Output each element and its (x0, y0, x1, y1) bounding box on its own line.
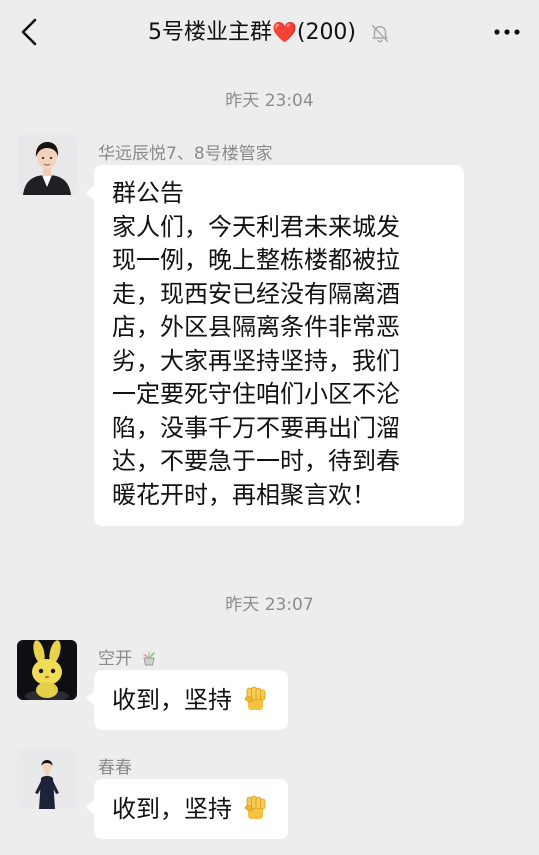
more-dots-icon[interactable] (491, 18, 523, 46)
chat-header: 5号楼业主群❤️(200) (0, 0, 539, 64)
sender-name[interactable]: 春春 (98, 753, 132, 778)
avatar-woman-standing-icon (17, 749, 77, 809)
raised-fist-icon (244, 686, 266, 710)
bell-muted-icon (371, 24, 389, 43)
message-bubble[interactable]: 收到，坚持 (86, 670, 288, 730)
message-bubble-announcement[interactable]: 群公告 家人们，今天利君未来城发 现一例，晚上整栋楼都被拉 走，现西安已经没有隔… (86, 165, 464, 526)
announcement-line: 达，不要急于一时，待到春 (112, 447, 400, 475)
message-timestamp: 昨天 23:07 (225, 595, 314, 615)
announcement-line: 店，外区县隔离条件非常恶 (112, 313, 400, 341)
avatar-woman-suit-icon (17, 135, 77, 195)
sender-name: 空开 (98, 649, 132, 669)
message-bubble[interactable]: 收到，坚持 (86, 779, 288, 839)
sender-name[interactable]: 华远辰悦7、8号楼管家 (98, 139, 273, 164)
member-count: (200) (296, 20, 357, 45)
raised-fist-icon (244, 795, 266, 819)
avatar[interactable] (17, 749, 77, 809)
avatar[interactable] (17, 640, 77, 700)
heart-emoji: ❤️ (271, 20, 297, 44)
announcement-line: 暖花开时，再相聚言欢！ (112, 480, 376, 509)
message-timestamp: 昨天 23:04 (225, 91, 314, 111)
announcement-line: 走，现西安已经没有隔离酒 (112, 279, 400, 308)
chat-title[interactable]: 5号楼业主群❤️(200) (0, 14, 539, 51)
group-name: 5号楼业主群 (147, 20, 272, 45)
announcement-line: 现一例，晚上整栋楼都被拉 (112, 246, 400, 274)
message-text: 收到，坚持 (112, 795, 232, 823)
announcement-line: 家人们，今天利君未来城发 (112, 212, 400, 241)
plant-pot-icon (143, 652, 156, 666)
announcement-line: 陷，没事千万不要再出门溜 (112, 413, 400, 442)
announcement-line: 群公告 (112, 179, 184, 207)
sender-name-row[interactable]: 空开 (98, 644, 159, 669)
avatar-yellow-rabbit-icon (17, 640, 77, 700)
message-text: 收到，坚持 (112, 686, 232, 714)
announcement-line: 一定要死守住咱们小区不沦 (112, 380, 400, 408)
avatar[interactable] (17, 135, 77, 195)
announcement-line: 劣，大家再坚持坚持，我们 (112, 346, 400, 375)
